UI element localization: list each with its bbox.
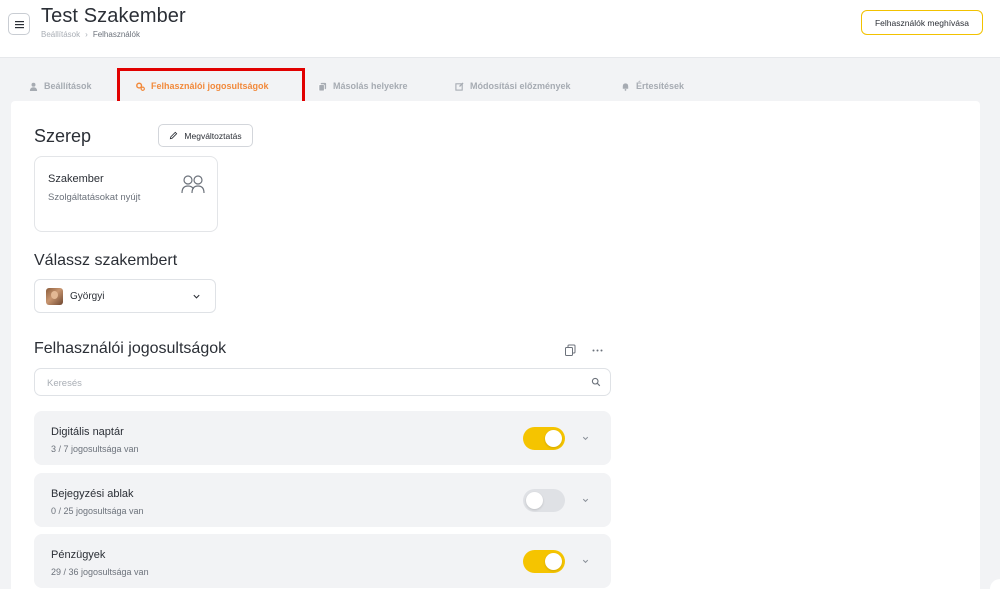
permission-count: 29 / 36 jogosultsága van — [51, 567, 149, 577]
permissions-search-input[interactable]: Keresés — [34, 368, 611, 396]
tab-label: Felhasználói jogosultságok — [151, 81, 269, 91]
expert-select[interactable]: Györgyi — [34, 279, 216, 313]
toggle-knob — [545, 553, 562, 570]
users-icon — [181, 175, 205, 194]
bell-icon — [622, 82, 629, 91]
breadcrumb-item-settings[interactable]: Beállítások — [41, 30, 80, 39]
permission-name: Pénzügyek — [51, 549, 106, 561]
change-role-button[interactable]: Megváltoztatás — [158, 124, 253, 147]
permission-name: Bejegyzési ablak — [51, 488, 134, 500]
change-role-label: Megváltoztatás — [184, 130, 242, 141]
permission-row-calendar[interactable]: Digitális naptár 3 / 7 jogosultsága van — [34, 411, 611, 465]
permission-row-finances[interactable]: Pénzügyek 29 / 36 jogosultsága van — [34, 534, 611, 588]
expert-select-value: Györgyi — [70, 291, 105, 302]
chevron-down-icon[interactable] — [581, 496, 590, 505]
permission-count: 0 / 25 jogosultsága van — [51, 506, 144, 516]
user-icon — [29, 82, 38, 91]
permissions-section-title: Felhasználói jogosultságok — [34, 340, 227, 357]
permission-toggle[interactable] — [523, 489, 565, 512]
tab-change-history[interactable]: Módosítási előzmények — [455, 78, 571, 94]
pencil-icon — [170, 131, 178, 140]
permission-toggle[interactable] — [523, 427, 565, 450]
invite-users-button[interactable]: Felhasználók meghívása — [861, 10, 983, 35]
role-name: Szakember — [48, 173, 104, 185]
search-placeholder: Keresés — [47, 378, 82, 389]
permission-name: Digitális naptár — [51, 426, 124, 438]
tab-label: Módosítási előzmények — [470, 81, 571, 91]
search-icon — [591, 377, 601, 387]
avatar — [46, 288, 63, 305]
role-description: Szolgáltatásokat nyújt — [48, 192, 141, 203]
breadcrumb-item-users: Felhasználók — [92, 30, 140, 39]
permission-count: 3 / 7 jogosultsága van — [51, 444, 139, 454]
toggle-knob — [526, 492, 543, 509]
tab-settings[interactable]: Beállítások — [29, 78, 92, 94]
tab-label: Beállítások — [44, 81, 92, 91]
top-header: Test Szakember Beállítások › Felhasználó… — [0, 0, 1000, 58]
permission-row-entry-window[interactable]: Bejegyzési ablak 0 / 25 jogosultsága van — [34, 473, 611, 527]
copy-icon[interactable] — [564, 344, 577, 357]
role-section-title: Szerep — [34, 126, 92, 146]
edit-icon — [455, 81, 464, 91]
expert-section-title: Válassz szakembert — [34, 252, 178, 269]
tab-notifications[interactable]: Értesítések — [621, 78, 684, 94]
breadcrumb: Beállítások › Felhasználók — [41, 30, 140, 39]
chevron-down-icon[interactable] — [581, 434, 590, 443]
chevron-down-icon[interactable] — [581, 557, 590, 566]
breadcrumb-separator-icon: › — [85, 30, 88, 39]
more-options-icon[interactable] — [591, 344, 604, 357]
menu-button[interactable] — [8, 13, 30, 35]
scroll-corner — [990, 579, 1000, 589]
tab-label: Másolás helyekre — [333, 81, 408, 91]
hamburger-icon — [14, 20, 24, 28]
tab-bar: Beállítások Felhasználói jogosultságok M… — [0, 70, 1000, 102]
tab-copy-to-locations[interactable]: Másolás helyekre — [318, 78, 408, 94]
toggle-knob — [545, 430, 562, 447]
gears-icon — [136, 82, 145, 91]
chevron-down-icon — [193, 294, 200, 299]
page-title: Test Szakember — [41, 5, 186, 27]
tab-label: Értesítések — [636, 81, 685, 91]
tab-user-permissions[interactable]: Felhasználói jogosultságok — [136, 78, 269, 94]
permission-toggle[interactable] — [523, 550, 565, 573]
copy-icon — [318, 82, 327, 91]
role-card[interactable]: Szakember Szolgáltatásokat nyújt — [34, 156, 218, 232]
